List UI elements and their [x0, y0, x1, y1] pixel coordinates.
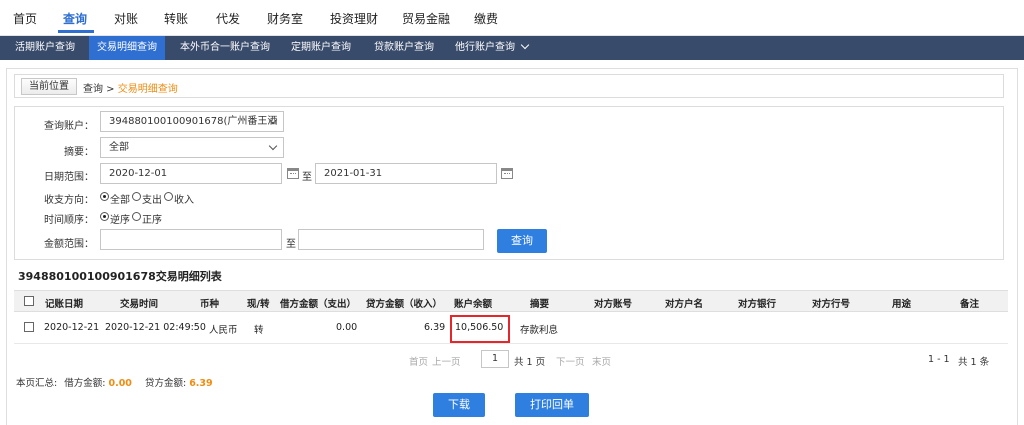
account-select-value: 394880100100901678(广州番王酒 [109, 116, 278, 127]
nav-payroll[interactable]: 代发 [216, 10, 240, 27]
date-range-label: 日期范围： [44, 172, 94, 183]
col-summary: 摘要 [530, 299, 550, 310]
nav-home[interactable]: 首页 [13, 10, 37, 27]
summary-select[interactable]: 全部 [100, 137, 284, 158]
row-checkbox[interactable] [24, 322, 34, 332]
download-button[interactable]: 下载 [433, 393, 485, 417]
date-from-input[interactable]: 2020-12-01 [100, 163, 282, 184]
summary-select-value: 全部 [109, 142, 129, 153]
account-select[interactable]: 394880100100901678(广州番王酒 [100, 111, 284, 132]
breadcrumb-path: 查询 > 交易明细查询 [83, 80, 178, 95]
amount-to-sep: 至 [286, 239, 296, 250]
amount-to-input[interactable] [298, 229, 484, 250]
date-to-sep: 至 [302, 172, 312, 183]
cell-post-date: 2020-12-21 [44, 322, 100, 333]
date-to-input[interactable]: 2021-01-31 [315, 163, 497, 184]
breadcrumb-tag: 当前位置 [21, 78, 77, 95]
col-counter-name: 对方户名 [665, 299, 704, 310]
radio-order-desc-label: 逆序 [110, 215, 130, 226]
calendar-icon[interactable] [287, 168, 299, 179]
subnav-unified-account[interactable]: 本外币合一账户查询 [172, 36, 278, 60]
radio-order-desc[interactable] [100, 212, 109, 221]
pager-last[interactable]: 末页 [592, 354, 611, 368]
radio-direction-in-label: 收入 [174, 195, 194, 206]
col-debit: 借方金额（支出） [280, 299, 357, 310]
summary-label: 摘要： [64, 147, 94, 158]
cell-trade-time: 2020-12-21 02:49:50 [105, 322, 206, 333]
page-summary: 本页汇总: 借方金额: 0.00 贷方金额: 6.39 [16, 375, 213, 389]
order-label: 时间顺序： [44, 215, 94, 226]
radio-direction-in[interactable] [164, 192, 173, 201]
breadcrumb-parent[interactable]: 查询 [83, 84, 103, 95]
nav-query[interactable]: 查询 [63, 10, 87, 27]
nav-transfer[interactable]: 转账 [164, 10, 188, 27]
nav-finance-room[interactable]: 财务室 [267, 10, 303, 27]
chevron-down-icon [268, 141, 278, 151]
breadcrumb: 当前位置 查询 > 交易明细查询 [14, 74, 1004, 98]
pager-first[interactable]: 首页 [409, 354, 428, 368]
table-header: 记账日期 交易时间 币种 现/转 借方金额（支出） 贷方金额（收入） 账户余额 … [14, 290, 1008, 312]
list-title: 394880100100901678交易明细列表 [18, 270, 222, 283]
subnav-current-account[interactable]: 活期账户查询 [7, 36, 83, 60]
subnav-other-bank[interactable]: 他行账户查询 [447, 36, 536, 60]
cell-debit: 0.00 [336, 322, 358, 333]
pager-next[interactable]: 下一页 [556, 354, 585, 368]
chevron-down-icon [520, 40, 530, 50]
row-divider [14, 343, 1008, 344]
pager-total-pages: 共 1 页 [514, 357, 546, 368]
radio-order-asc-label: 正序 [142, 215, 162, 226]
pager-range: 1 - 1 [928, 354, 950, 365]
nav-trade-finance[interactable]: 贸易金融 [402, 10, 450, 27]
print-receipt-button[interactable]: 打印回单 [515, 393, 589, 417]
subnav-fixed-account[interactable]: 定期账户查询 [283, 36, 359, 60]
pager-page-input[interactable]: 1 [481, 350, 509, 368]
col-purpose: 用途 [892, 299, 912, 310]
summary-label: 本页汇总: [16, 378, 58, 389]
radio-direction-out[interactable] [132, 192, 141, 201]
radio-order-asc[interactable] [132, 212, 141, 221]
col-credit: 贷方金额（收入） [366, 299, 443, 310]
radio-direction-out-label: 支出 [142, 195, 162, 206]
nav-active-underline [58, 30, 94, 33]
subnav-other-bank-label: 他行账户查询 [455, 42, 515, 53]
col-post-date: 记账日期 [45, 299, 84, 310]
nav-reconcile[interactable]: 对账 [114, 10, 138, 27]
pager-prev[interactable]: 上一页 [432, 354, 461, 368]
col-counter-bank-no: 对方行号 [812, 299, 851, 310]
breadcrumb-current: 交易明细查询 [117, 84, 178, 95]
amount-range-label: 金额范围： [44, 239, 94, 250]
sub-nav: 活期账户查询 交易明细查询 本外币合一账户查询 定期账户查询 贷款账户查询 他行… [0, 36, 1024, 60]
radio-direction-all[interactable] [100, 192, 109, 201]
subnav-transaction-detail[interactable]: 交易明细查询 [89, 36, 165, 60]
col-balance: 账户余额 [454, 299, 493, 310]
breadcrumb-sep: > [103, 84, 118, 95]
top-nav: 首页 查询 对账 转账 代发 财务室 投资理财 贸易金融 缴费 [0, 0, 1024, 36]
amount-from-input[interactable] [100, 229, 282, 250]
account-label: 查询账户： [44, 121, 94, 132]
direction-label: 收支方向： [44, 195, 94, 206]
summary-credit-value: 6.39 [189, 378, 213, 389]
balance-highlight-box [450, 315, 510, 343]
col-remark: 备注 [960, 299, 980, 310]
col-cash-transfer: 现/转 [247, 299, 270, 310]
col-trade-time: 交易时间 [120, 299, 159, 310]
summary-debit-value: 0.00 [108, 378, 132, 389]
cell-credit: 6.39 [424, 322, 446, 333]
col-counter-bank: 对方银行 [738, 299, 777, 310]
calendar-icon[interactable] [501, 168, 513, 179]
nav-investment[interactable]: 投资理财 [330, 10, 378, 27]
cell-cash-transfer: 转 [254, 325, 264, 336]
radio-direction-all-label: 全部 [110, 195, 130, 206]
nav-payment[interactable]: 缴费 [474, 10, 498, 27]
col-counter-account: 对方账号 [594, 299, 633, 310]
col-currency: 币种 [200, 299, 220, 310]
summary-debit-label: 借方金额: [64, 378, 106, 389]
query-button[interactable]: 查询 [497, 229, 547, 253]
pager-total-count: 共 1 条 [958, 357, 990, 368]
cell-summary: 存款利息 [520, 325, 559, 336]
select-all-checkbox[interactable] [24, 296, 34, 306]
subnav-loan-account[interactable]: 贷款账户查询 [366, 36, 442, 60]
cell-currency: 人民币 [209, 325, 238, 336]
summary-credit-label: 贷方金额: [144, 378, 187, 389]
